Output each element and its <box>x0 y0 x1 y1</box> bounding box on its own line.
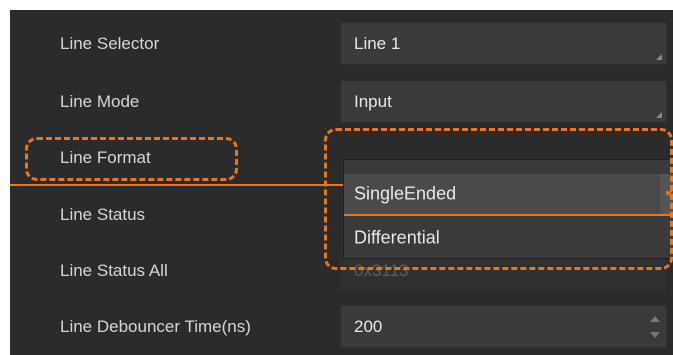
resize-corner-icon <box>656 54 662 60</box>
row-line-selector: Line Selector Line 1 <box>10 19 673 68</box>
line-mode-combobox[interactable]: Input <box>340 80 667 123</box>
resize-corner-icon <box>656 112 662 118</box>
label-line-mode: Line Mode <box>60 91 140 111</box>
label-line-status-all: Line Status All <box>60 260 168 280</box>
line-debouncer-time-value: 200 <box>354 316 383 336</box>
line-selector-value: Line 1 <box>354 33 401 53</box>
property-panel: Line Selector Line 1 Line Mode Input Lin… <box>10 10 673 355</box>
spinbox-arrows[interactable] <box>650 312 660 342</box>
spin-down-icon[interactable] <box>650 332 660 338</box>
line-mode-value: Input <box>354 91 392 111</box>
label-line-debouncer-time: Line Debouncer Time(ns) <box>60 316 251 336</box>
highlight-line-format-label <box>25 137 238 181</box>
label-line-selector: Line Selector <box>60 33 160 53</box>
label-line-status: Line Status <box>60 204 146 224</box>
highlight-line-format-dropdown <box>324 128 673 270</box>
line-selector-combobox[interactable]: Line 1 <box>340 22 667 65</box>
row-line-mode: Line Mode Input <box>10 77 673 126</box>
row-line-debouncer-time: Line Debouncer Time(ns) 200 <box>10 302 673 351</box>
line-debouncer-time-spinbox[interactable]: 200 <box>340 305 667 348</box>
spin-up-icon[interactable] <box>650 316 660 322</box>
